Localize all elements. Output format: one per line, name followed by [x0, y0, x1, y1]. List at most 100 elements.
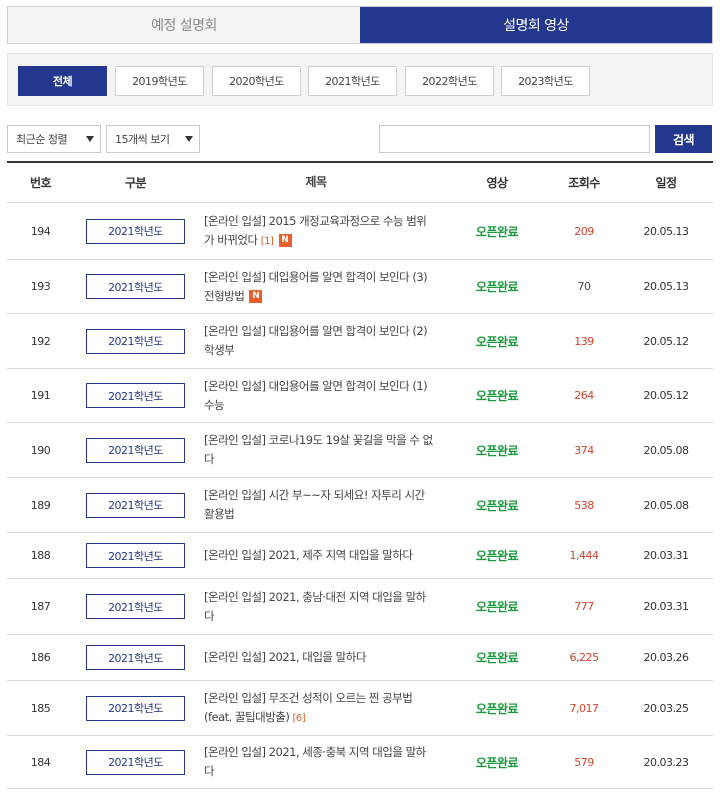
row-title-cell: [온라인 입설] 2021, 충남·대전 지역 대입을 말하다 [197, 588, 445, 626]
video-status-link[interactable]: 오픈완료 [476, 600, 519, 614]
video-status-link[interactable]: 오픈완료 [476, 702, 519, 716]
table-row: 193 2021학년도 [온라인 입설] 대입용어를 알면 합격이 보인다 (3) … [7, 260, 713, 314]
row-title-link[interactable]: [온라인 입설] 대입용어를 알면 합격이 보인다 (3) 전형방법 [204, 270, 428, 303]
new-badge: N [278, 233, 292, 247]
per-page-select[interactable]: 15개씩 보기 [106, 125, 200, 153]
row-title-link[interactable]: [온라인 입설] 대입용어를 알면 합격이 보인다 (2) 학생부 [204, 324, 428, 357]
year-filter-bar: 전체 2019학년도 2020학년도 2021학년도 2022학년도 2023학… [7, 53, 713, 106]
row-category-cell: 2021학년도 [74, 383, 197, 408]
row-category-cell: 2021학년도 [74, 218, 197, 244]
table-row: 194 2021학년도 [온라인 입설] 2015 개정교육과정으로 수능 범위가 … [7, 203, 713, 260]
row-title-cell: [온라인 입설] 코로나19도 19살 꽃길을 막을 수 없다 [197, 431, 445, 469]
per-page-select-label: 15개씩 보기 [115, 133, 170, 146]
table-body: 194 2021학년도 [온라인 입설] 2015 개정교육과정으로 수능 범위가 … [7, 203, 713, 789]
row-category-cell: 2021학년도 [74, 645, 197, 670]
row-date: 20.05.08 [643, 443, 689, 457]
chevron-down-icon [86, 136, 94, 142]
row-category-cell: 2021학년도 [74, 695, 197, 721]
row-video-cell: 오픈완료 [445, 278, 549, 295]
tab-upcoming-sessions[interactable]: 예정 설명회 [8, 7, 360, 43]
row-views: 139 [574, 334, 594, 348]
row-title-cell: [온라인 입설] 2021, 제주 지역 대입을 말하다 [197, 546, 445, 565]
search-button[interactable]: 검색 [655, 125, 712, 153]
row-category-cell: 2021학년도 [74, 492, 197, 518]
header-date: 일정 [655, 176, 677, 190]
row-num: 187 [30, 600, 51, 613]
top-tabs: 예정 설명회 설명회 영상 [7, 6, 713, 44]
new-badge: N [249, 289, 263, 303]
row-date: 20.05.13 [643, 224, 689, 238]
row-num: 192 [30, 334, 51, 348]
row-title-link[interactable]: [온라인 입설] 2015 개정교육과정으로 수능 범위가 바뀌었다 [204, 214, 427, 247]
row-num: 190 [30, 443, 51, 457]
row-title-link[interactable]: [온라인 입설] 코로나19도 19살 꽃길을 막을 수 없다 [204, 433, 433, 466]
sort-select[interactable]: 최근순 정렬 [7, 125, 101, 153]
video-status-link[interactable]: 오픈완료 [476, 280, 519, 294]
row-date: 20.03.31 [643, 549, 689, 562]
video-status-link[interactable]: 오픈완료 [476, 549, 519, 563]
video-status-link[interactable]: 오픈완료 [476, 444, 519, 458]
year-filter-2019[interactable]: 2019학년도 [115, 66, 204, 96]
row-video-cell: 오픈완료 [445, 700, 549, 717]
row-category-cell: 2021학년도 [74, 749, 197, 775]
chevron-down-icon [185, 136, 193, 142]
row-title-link[interactable]: [온라인 입설] 2021, 제주 지역 대입을 말하다 [204, 548, 413, 562]
row-title-link[interactable]: [온라인 입설] 2021, 충남·대전 지역 대입을 말하다 [204, 590, 426, 623]
row-views: 6,225 [569, 651, 600, 664]
table-row: 187 2021학년도 [온라인 입설] 2021, 충남·대전 지역 대입을 말하… [7, 579, 713, 635]
video-status-link[interactable]: 오픈완료 [476, 335, 519, 349]
comment-count: [1] [260, 235, 274, 247]
category-badge: 2021학년도 [86, 543, 185, 568]
row-date: 20.03.26 [643, 651, 689, 664]
sort-select-label: 최근순 정렬 [16, 133, 68, 146]
row-date: 20.05.12 [643, 389, 689, 402]
table-header: 번호 구분 제목 영상 조회수 일정 [7, 163, 713, 203]
search-input[interactable] [379, 125, 650, 153]
row-title-link[interactable]: [온라인 입설] 2021, 세종·충북 지역 대입을 말하다 [204, 745, 426, 778]
row-title-cell: [온라인 입설] 대입용어를 알면 합격이 보인다 (3) 전형방법 N [197, 268, 445, 306]
row-video-cell: 오픈완료 [445, 497, 549, 514]
category-badge: 2021학년도 [86, 594, 185, 619]
category-badge: 2021학년도 [86, 328, 185, 354]
category-badge: 2021학년도 [86, 383, 185, 408]
row-category-cell: 2021학년도 [74, 437, 197, 463]
row-title-cell: [온라인 입설] 무조건 성적이 오르는 찐 공부법(feat. 꿀팁대방출) … [197, 689, 445, 728]
row-category-cell: 2021학년도 [74, 543, 197, 568]
row-video-cell: 오픈완료 [445, 442, 549, 459]
row-video-cell: 오픈완료 [445, 333, 549, 350]
header-title: 제목 [305, 175, 327, 189]
table-row: 184 2021학년도 [온라인 입설] 2021, 세종·충북 지역 대입을 말하… [7, 736, 713, 789]
row-title-link[interactable]: [온라인 입설] 2021, 대입을 말하다 [204, 650, 366, 664]
video-status-link[interactable]: 오픈완료 [476, 225, 519, 239]
row-category-cell: 2021학년도 [74, 328, 197, 354]
category-badge: 2021학년도 [86, 437, 185, 463]
video-status-link[interactable]: 오픈완료 [476, 651, 519, 665]
header-views: 조회수 [568, 176, 600, 190]
table-row: 186 2021학년도 [온라인 입설] 2021, 대입을 말하다 오픈완료 6,22… [7, 635, 713, 681]
video-status-link[interactable]: 오픈완료 [476, 756, 519, 770]
year-filter-2023[interactable]: 2023학년도 [501, 66, 590, 96]
table-row: 189 2021학년도 [온라인 입설] 시간 부~~자 되세요! 자투리 시간 활… [7, 478, 713, 533]
row-title-cell: [온라인 입설] 2021, 세종·충북 지역 대입을 말하다 [197, 743, 445, 781]
category-badge: 2021학년도 [86, 749, 185, 775]
year-filter-2020[interactable]: 2020학년도 [212, 66, 301, 96]
row-views: 264 [574, 389, 594, 402]
row-date: 20.05.13 [643, 280, 689, 293]
tab-session-videos[interactable]: 설명회 영상 [360, 7, 712, 43]
year-filter-all[interactable]: 전체 [18, 66, 107, 96]
category-badge: 2021학년도 [86, 492, 185, 518]
table-row: 191 2021학년도 [온라인 입설] 대입용어를 알면 합격이 보인다 (1) … [7, 369, 713, 423]
table-row: 185 2021학년도 [온라인 입설] 무조건 성적이 오르는 찐 공부법(fea… [7, 681, 713, 736]
year-filter-2021[interactable]: 2021학년도 [308, 66, 397, 96]
row-title-link[interactable]: [온라인 입설] 대입용어를 알면 합격이 보인다 (1) 수능 [204, 379, 428, 412]
video-status-link[interactable]: 오픈완료 [476, 499, 519, 513]
row-views: 70 [577, 280, 592, 293]
video-status-link[interactable]: 오픈완료 [476, 389, 519, 403]
row-num: 188 [30, 549, 51, 562]
category-badge: 2021학년도 [86, 274, 185, 299]
row-title-cell: [온라인 입설] 대입용어를 알면 합격이 보인다 (2) 학생부 [197, 322, 445, 360]
row-title-link[interactable]: [온라인 입설] 시간 부~~자 되세요! 자투리 시간 활용법 [204, 488, 425, 521]
year-filter-2022[interactable]: 2022학년도 [405, 66, 494, 96]
row-views: 1,444 [569, 549, 600, 562]
row-title-link[interactable]: [온라인 입설] 무조건 성적이 오르는 찐 공부법(feat. 꿀팁대방출) [204, 691, 413, 724]
